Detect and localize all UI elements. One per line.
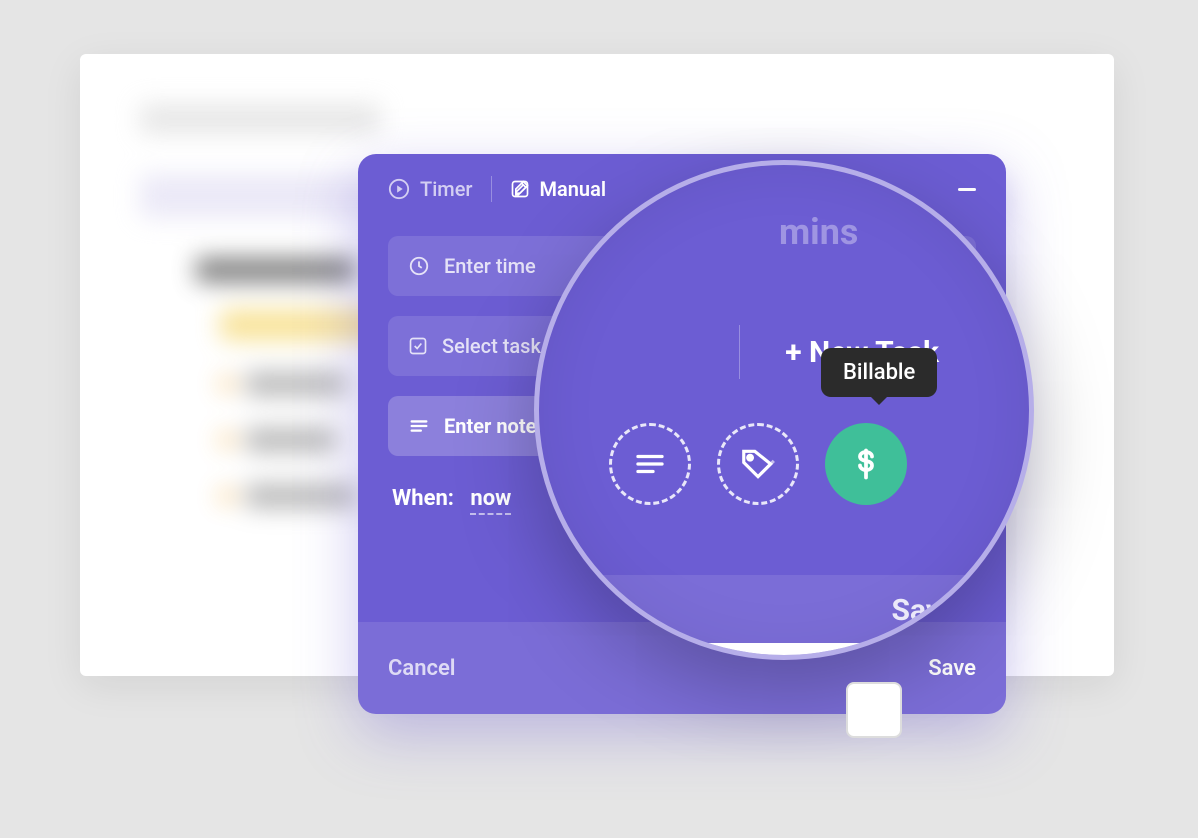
lines-icon	[408, 415, 430, 437]
tab-timer-label: Timer	[420, 177, 473, 201]
billable-tooltip: Billable	[821, 348, 937, 397]
save-button[interactable]: Save	[928, 656, 976, 681]
tab-divider	[491, 176, 492, 202]
magnifier-lens: mins + New Task Billable	[534, 160, 1034, 660]
divider	[739, 325, 740, 379]
when-value[interactable]: now	[470, 486, 511, 515]
clock-icon	[408, 255, 430, 277]
dollar-icon	[848, 446, 884, 482]
mins-suffix-text: mins	[779, 211, 858, 253]
task-select-placeholder: Select task	[442, 334, 541, 358]
edit-icon	[510, 179, 530, 199]
time-input-placeholder: Enter time	[444, 254, 536, 278]
corner-widget[interactable]	[846, 682, 902, 738]
when-label: When:	[392, 486, 454, 511]
cancel-button[interactable]: Cancel	[388, 656, 456, 681]
checkbox-icon	[408, 336, 428, 356]
tab-timer[interactable]: Timer	[388, 177, 473, 201]
tag-icon	[739, 445, 777, 483]
action-icons-row	[609, 423, 907, 505]
description-icon	[632, 446, 668, 482]
magnified-save-button[interactable]: Save	[891, 593, 957, 628]
play-circle-icon	[388, 178, 410, 200]
description-button[interactable]	[609, 423, 691, 505]
magnified-footer: Save	[539, 575, 1029, 645]
billable-button[interactable]	[825, 423, 907, 505]
tooltip-text: Billable	[843, 360, 915, 385]
tag-button[interactable]	[717, 423, 799, 505]
notes-input-placeholder: Enter notes	[444, 414, 547, 438]
